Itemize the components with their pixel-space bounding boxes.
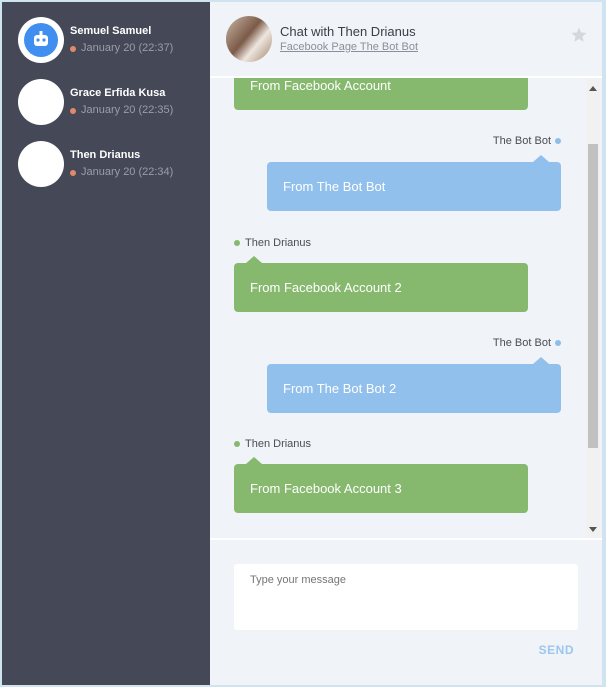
status-dot [70, 45, 76, 52]
avatar [18, 141, 64, 187]
contact-time: January 20 (22:34) [70, 165, 173, 180]
scroll-up-arrow-icon[interactable] [589, 86, 597, 91]
contact-item-grace[interactable]: Grace Erfida Kusa January 20 (22:35) [2, 71, 210, 133]
contact-name: Then Drianus [70, 149, 141, 161]
status-dot [70, 169, 76, 176]
avatar [18, 79, 64, 125]
message-bubble: From The Bot Bot [267, 155, 561, 211]
message-scrollbar[interactable] [586, 78, 600, 538]
message-sender: Then Drianus [234, 438, 311, 450]
chat-title: Chat with Then Drianus [280, 24, 416, 39]
contact-time: January 20 (22:37) [70, 41, 173, 56]
status-dot [555, 138, 561, 144]
chatbot-icon [24, 23, 58, 57]
send-button[interactable]: SEND [539, 643, 574, 657]
chat-window: Semuel Samuel January 20 (22:37) Grace E… [2, 2, 602, 685]
contact-time: January 20 (22:35) [70, 103, 173, 118]
divider [210, 538, 602, 540]
message-bubble: From The Bot Bot 2 [267, 357, 561, 413]
contact-item-semuel[interactable]: Semuel Samuel January 20 (22:37) [2, 9, 210, 71]
message-input[interactable] [234, 564, 578, 630]
chat-header: Chat with Then Drianus Facebook Page The… [210, 2, 602, 78]
message-bubble: From Facebook Account 3 [234, 457, 528, 513]
message-sender: Then Drianus [234, 237, 311, 249]
status-dot [234, 240, 240, 246]
contact-name: Grace Erfida Kusa [70, 87, 166, 99]
page-link[interactable]: Facebook Page The Bot Bot [280, 40, 418, 55]
status-dot [555, 340, 561, 346]
avatar [226, 16, 272, 62]
message-sender: The Bot Bot [493, 337, 561, 349]
message-bubble: From Facebook Account 2 [234, 256, 528, 312]
message-list[interactable]: From Facebook Account The Bot Bot From T… [210, 78, 584, 538]
status-dot [70, 107, 76, 114]
message-sender: The Bot Bot [493, 135, 561, 147]
bot-avatar [18, 17, 64, 63]
scrollbar-thumb[interactable] [588, 144, 598, 448]
contact-sidebar: Semuel Samuel January 20 (22:37) Grace E… [2, 2, 210, 685]
contact-name: Semuel Samuel [70, 25, 152, 37]
star-icon[interactable] [570, 26, 588, 44]
status-dot [234, 441, 240, 447]
contact-item-then[interactable]: Then Drianus January 20 (22:34) [2, 133, 210, 195]
chat-panel: Chat with Then Drianus Facebook Page The… [210, 2, 602, 685]
scroll-down-arrow-icon[interactable] [589, 527, 597, 532]
message-bubble: From Facebook Account [234, 78, 528, 110]
